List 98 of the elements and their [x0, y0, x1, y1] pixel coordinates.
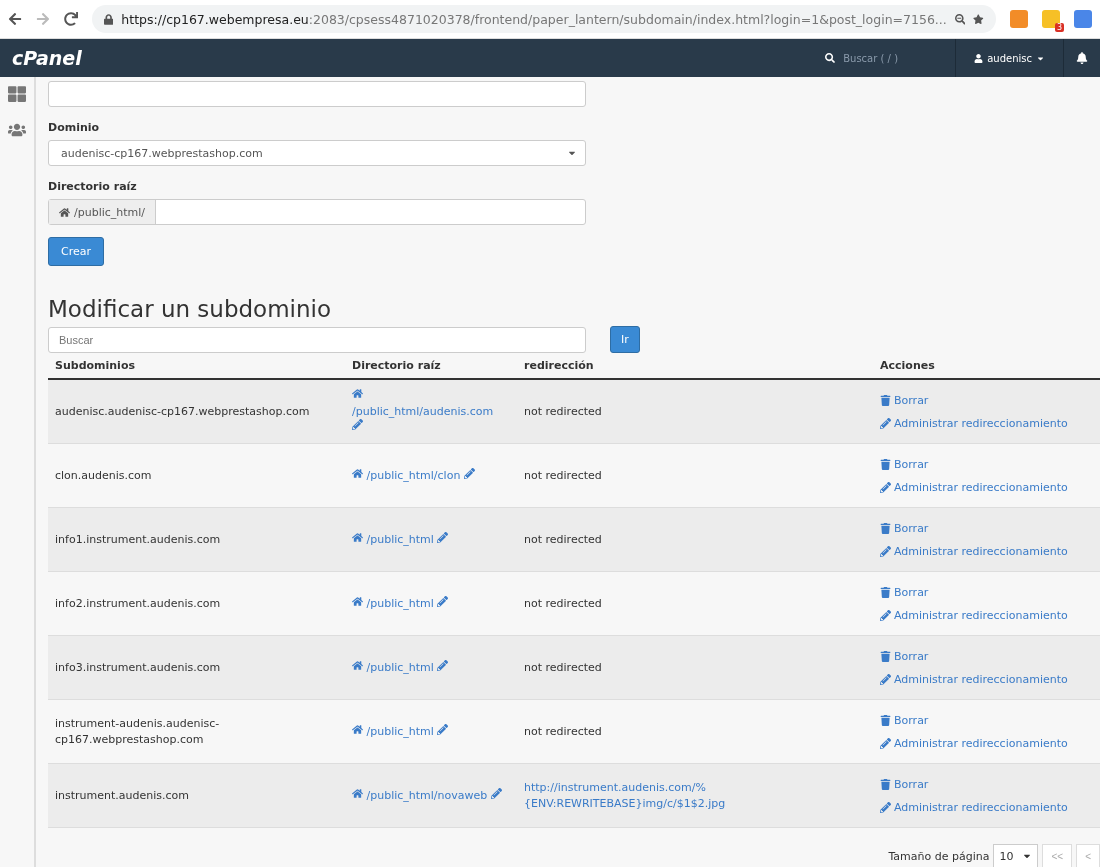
input-field[interactable]	[48, 81, 586, 107]
create-button[interactable]: Crear	[48, 237, 104, 266]
first-page-button[interactable]: <<	[1042, 844, 1073, 867]
delete-link[interactable]: Borrar	[880, 777, 1100, 791]
root-link[interactable]: /public_html/clon	[352, 467, 502, 484]
root-link[interactable]: /public_html	[352, 659, 502, 676]
trash-icon	[880, 586, 891, 598]
grid-icon[interactable]	[8, 85, 26, 103]
pencil-icon	[880, 417, 891, 429]
trash-icon	[880, 394, 891, 406]
subdomain-cell-text: info2.instrument.audenis.com	[55, 595, 222, 612]
root-link[interactable]: /public_html	[352, 723, 502, 740]
search-icon	[825, 53, 836, 63]
trash-icon	[880, 778, 891, 790]
home-icon	[352, 723, 363, 735]
manage-redirect-link[interactable]: Administrar redireccionamiento	[880, 672, 1100, 686]
pencil-icon[interactable]	[463, 467, 475, 479]
pencil-icon[interactable]	[437, 659, 449, 671]
pencil-icon	[880, 609, 891, 621]
pencil-icon[interactable]	[437, 595, 449, 607]
home-icon	[59, 206, 70, 218]
delete-link[interactable]: Borrar	[880, 521, 1100, 535]
pencil-icon[interactable]	[352, 419, 363, 431]
subdomain-cell-text: instrument-audenis.audenisc-cp167.webprestashop.com	[55, 716, 221, 747]
go-button[interactable]: Ir	[610, 326, 640, 353]
url-host: https://cp167.webempresa.eu	[121, 11, 309, 27]
pencil-icon	[880, 673, 891, 685]
column-header: Acciones	[880, 359, 936, 372]
redirect-cell-text: not redirected	[524, 531, 603, 548]
section-title: Modificar un subdominio	[48, 296, 333, 322]
pencil-icon	[880, 481, 891, 493]
delete-link[interactable]: Borrar	[880, 649, 1100, 663]
subdomain-cell-text: audenisc.audenisc-cp167.webprestashop.com	[55, 403, 311, 420]
extension-badge: 3	[1054, 23, 1064, 32]
root-directory-field[interactable]: /public_html/	[48, 199, 586, 225]
column-header: redirección	[524, 359, 595, 372]
root-link[interactable]: /public_html	[352, 531, 502, 548]
users-icon[interactable]	[8, 121, 26, 139]
trash-icon	[880, 714, 891, 726]
home-icon	[352, 787, 363, 799]
pencil-icon[interactable]	[490, 787, 502, 799]
pencil-icon[interactable]	[437, 723, 449, 735]
home-icon	[352, 531, 363, 543]
home-icon	[352, 467, 363, 479]
bell-icon[interactable]	[1076, 52, 1088, 64]
search-field[interactable]: Buscar	[48, 326, 586, 353]
manage-redirect-link[interactable]: Administrar redireccionamiento	[880, 416, 1100, 430]
reload-icon[interactable]	[64, 12, 78, 26]
root-link[interactable]: /public_html/novaweb	[352, 787, 502, 804]
trash-icon	[880, 650, 891, 662]
delete-link[interactable]: Borrar	[880, 585, 1100, 599]
delete-link[interactable]: Borrar	[880, 457, 1100, 471]
subdomain-cell-text: info3.instrument.audenis.com	[55, 659, 222, 676]
trash-icon	[880, 522, 891, 534]
search-field[interactable]: Buscar ( / )	[825, 52, 956, 64]
address-bar[interactable]: https://cp167.webempresa.eu:2083/cpsess4871020378/frontend/paper_lantern/subdomain/index.html?login=1&post_login=7156...	[92, 5, 996, 33]
domain-select[interactable]: audenisc-cp167.webprestashop.com	[48, 140, 586, 166]
user-menu[interactable]: audenisc	[955, 39, 1064, 77]
user-icon	[974, 53, 984, 63]
column-header: Subdominios	[55, 359, 136, 372]
redirect-cell-text: not redirected	[524, 723, 603, 740]
redirect-cell-text: not redirected	[524, 467, 603, 484]
redirect-link[interactable]: http://instrument.audenis.com/%{ENV:REWRITEBASE}img/c/$1$2.jpg	[524, 780, 739, 811]
pencil-icon	[880, 801, 891, 813]
back-icon[interactable]	[8, 12, 22, 26]
column-header: Directorio raíz	[352, 359, 442, 372]
pencil-icon	[880, 737, 891, 749]
redirect-cell-text: not redirected	[524, 403, 603, 420]
manage-redirect-link[interactable]: Administrar redireccionamiento	[880, 544, 1100, 558]
redirect-cell-text: not redirected	[524, 659, 603, 676]
lock-icon	[104, 13, 114, 25]
previous-page-button[interactable]: <	[1076, 844, 1100, 867]
subdomain-cell-text: clon.audenis.com	[55, 467, 153, 484]
home-icon	[352, 388, 363, 400]
redirect-cell-text: not redirected	[524, 595, 603, 612]
page-size-select[interactable]: 10	[993, 844, 1039, 867]
url-path: :2083/cpsess4871020378/frontend/paper_lantern/subdomain/index.html?login=1&post_login=7156...	[308, 11, 947, 27]
page-size-label: Tamaño de página	[888, 849, 990, 863]
delete-link[interactable]: Borrar	[880, 713, 1100, 727]
delete-link[interactable]: Borrar	[880, 393, 1100, 407]
root-link[interactable]: /public_html/audenis.com	[352, 388, 502, 435]
field-label: Dominio	[48, 121, 101, 134]
pencil-icon	[880, 545, 891, 557]
root-link[interactable]: /public_html	[352, 595, 502, 612]
trash-icon	[880, 458, 891, 470]
manage-redirect-link[interactable]: Administrar redireccionamiento	[880, 800, 1100, 814]
field-label: Directorio raíz	[48, 180, 138, 193]
home-icon	[352, 659, 363, 671]
manage-redirect-link[interactable]: Administrar redireccionamiento	[880, 736, 1100, 750]
subdomain-cell-text: info1.instrument.audenis.com	[55, 531, 222, 548]
home-icon	[352, 595, 363, 607]
subdomain-cell-text: instrument.audenis.com	[55, 787, 191, 804]
manage-redirect-link[interactable]: Administrar redireccionamiento	[880, 480, 1100, 494]
zoom-icon[interactable]	[954, 12, 966, 26]
pencil-icon[interactable]	[437, 531, 449, 543]
manage-redirect-link[interactable]: Administrar redireccionamiento	[880, 608, 1100, 622]
star-icon[interactable]	[973, 12, 984, 26]
logo: cPanel	[12, 47, 83, 69]
